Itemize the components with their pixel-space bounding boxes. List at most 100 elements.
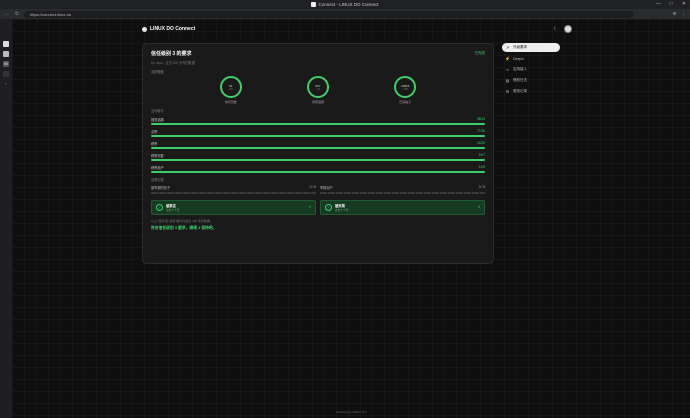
status-box-sub: 过去 6 个月	[335, 208, 349, 212]
reload-icon[interactable]: ↻	[14, 11, 20, 17]
nav-label: 应用接入	[513, 67, 527, 71]
status-box-suspended: ✓ 被封禁 过去 6 个月 0	[320, 199, 485, 215]
bar-track	[151, 171, 485, 173]
card-title: 信任级别 3 的要求	[151, 51, 192, 57]
browser-toolbar: ← ↻ https://connect.linux.do	[0, 9, 690, 19]
status-boxes: ✓ 被禁言 过去 6 个月 0 ✓ 被封禁 过去 6 个月 0	[151, 199, 485, 215]
bar-fill	[151, 171, 485, 173]
site-header: LINUX DO Connect ☾	[142, 23, 572, 35]
nav-label: 升级要求	[513, 45, 527, 49]
bar-row: 回复话题 38/10	[151, 117, 485, 125]
bar-fill	[151, 123, 485, 125]
bar-value: 19/7	[478, 153, 485, 157]
compliance-track	[320, 192, 485, 194]
progress-bars: 回复话题 38/10 点赞 77/30 获赞 24/20 获赞天数 19/7 获赞用户 1…	[151, 117, 485, 173]
compliance-track	[151, 192, 316, 194]
bar-value: 14/5	[478, 165, 485, 169]
site-favicon-icon	[311, 2, 317, 7]
bar-row: 获赞天数 19/7	[151, 153, 485, 161]
bar-label: 点赞	[151, 130, 158, 134]
compliance-value: 0 / 3	[478, 185, 485, 189]
bar-fill	[151, 135, 485, 137]
page-footer: Powered by LINUX DO	[335, 410, 367, 414]
window-title: Connect - LINUX DO Connect	[311, 2, 379, 7]
compliance-value: 0 / 5	[309, 185, 316, 189]
card-header: 信任级别 3 的要求 已完成	[151, 50, 485, 57]
status-box-count: 0	[478, 205, 480, 209]
status-badge: 已完成	[474, 51, 486, 55]
plug-icon: ⚡	[505, 56, 510, 61]
nav-item-apps[interactable]: ∞ 应用接入	[502, 65, 560, 74]
verdict-text: 符合信任级别 3 要求，继续 4 保持吧。	[151, 225, 217, 230]
nav-item-upgrade[interactable]: ↗ 升级要求	[502, 43, 560, 52]
nav-item-auth-log[interactable]: ▤ 授权日志	[502, 76, 560, 85]
bar-fill	[151, 159, 485, 161]
brand[interactable]: LINUX DO Connect	[142, 26, 195, 32]
bar-label: 获赞	[151, 142, 158, 146]
compliance-item: 举报用户 0 / 3	[320, 185, 485, 194]
minimize-icon[interactable]: —	[656, 1, 661, 7]
card-subtitle: Ke..tąvo - 过去 100 天内的数据	[151, 61, 195, 65]
status-box-silenced: ✓ 被禁言 过去 6 个月 0	[151, 199, 316, 215]
ring-item: 56 / 50 访问天数	[219, 76, 242, 104]
nav-label: 登录记录	[513, 89, 527, 93]
rings: 56 / 50 访问天数 807 / 10 浏览话题 29865 / 500 已…	[151, 76, 485, 104]
ring-item: 807 / 10 浏览话题	[306, 76, 329, 104]
list-icon: ☰	[505, 89, 510, 94]
progress-ring: 56 / 50	[219, 76, 242, 98]
avatar[interactable]	[564, 25, 572, 33]
compliance-grid: 被举报的帖子 0 / 5 举报用户 0 / 3	[151, 185, 485, 194]
progress-ring: 29865 / 500	[394, 76, 417, 98]
bar-label: 获赞天数	[151, 154, 164, 158]
url-input[interactable]: https://connect.linux.do	[24, 10, 634, 18]
compliance-item: 被举报的帖子 0 / 5	[151, 185, 316, 194]
bar-value: 38/10	[477, 117, 485, 121]
footnote: 以上"回复"和"点赞"等均为最近 100 天的数据。	[151, 218, 213, 223]
menu-icon[interactable]: ⋮	[682, 11, 687, 17]
header-actions: ☾	[554, 25, 572, 33]
compliance-label: 举报用户	[320, 186, 333, 190]
section-label-activity: 活跃程度	[151, 70, 164, 74]
ring-label: 已读帖子	[399, 100, 412, 104]
bar-fill	[151, 147, 485, 149]
brand-name: LINUX DO Connect	[150, 26, 196, 32]
bar-track	[151, 147, 485, 149]
status-box-count: 0	[309, 205, 311, 209]
ring-label: 访问天数	[224, 100, 237, 104]
page-content: LINUX DO Connect ☾ 信任级别 3 的要求 已完成 Ke..tą…	[12, 19, 690, 418]
close-icon[interactable]: ✕	[682, 1, 686, 7]
bar-row: 点赞 77/30	[151, 129, 485, 137]
window-title-text: Connect - LINUX DO Connect	[318, 2, 379, 7]
nav-item-login-log[interactable]: ☰ 登录记录	[502, 87, 560, 96]
back-icon[interactable]: ←	[4, 11, 10, 17]
ring-target: / 50	[228, 87, 233, 91]
sidebar-tab-icon[interactable]: M	[3, 61, 9, 67]
sidebar-tab-icon[interactable]	[3, 51, 9, 57]
bar-row: 获赞 24/20	[151, 141, 485, 149]
bar-label: 获赞用户	[151, 166, 164, 170]
bar-value: 77/30	[477, 129, 485, 133]
progress-ring: 807 / 10	[306, 76, 329, 98]
section-label-engagement: 互动参与	[151, 109, 164, 113]
status-box-sub: 过去 6 个月	[166, 208, 180, 212]
side-nav: ↗ 升级要求 ⚡ Deeplx ∞ 应用接入 ▤ 授权日志 ☰ 登录记录	[502, 43, 560, 96]
section-label-compliance: 合规记录	[151, 178, 164, 182]
sidebar-tab-icon[interactable]	[3, 41, 9, 47]
bar-track	[151, 123, 485, 125]
requirements-card: 信任级别 3 的要求 已完成 Ke..tąvo - 过去 100 天内的数据 活…	[142, 43, 494, 264]
window-titlebar: Connect - LINUX DO Connect — □ ✕	[0, 0, 690, 9]
bar-label: 回复话题	[151, 118, 164, 122]
sidebar-tab-icon[interactable]	[3, 71, 9, 77]
nav-item-deeplx[interactable]: ⚡ Deeplx	[502, 54, 560, 63]
ring-label: 浏览话题	[311, 100, 324, 104]
add-icon[interactable]: +	[3, 81, 9, 87]
bar-row: 获赞用户 14/5	[151, 165, 485, 173]
ring-item: 29865 / 500 已读帖子	[394, 76, 417, 104]
nav-label: 授权日志	[513, 78, 527, 82]
maximize-icon[interactable]: □	[670, 1, 673, 7]
window-controls: — □ ✕	[656, 1, 686, 7]
bar-track	[151, 159, 485, 161]
extensions-icon[interactable]: ⚙	[672, 11, 676, 17]
link-icon: ∞	[506, 67, 509, 72]
theme-toggle-icon[interactable]: ☾	[554, 26, 558, 32]
